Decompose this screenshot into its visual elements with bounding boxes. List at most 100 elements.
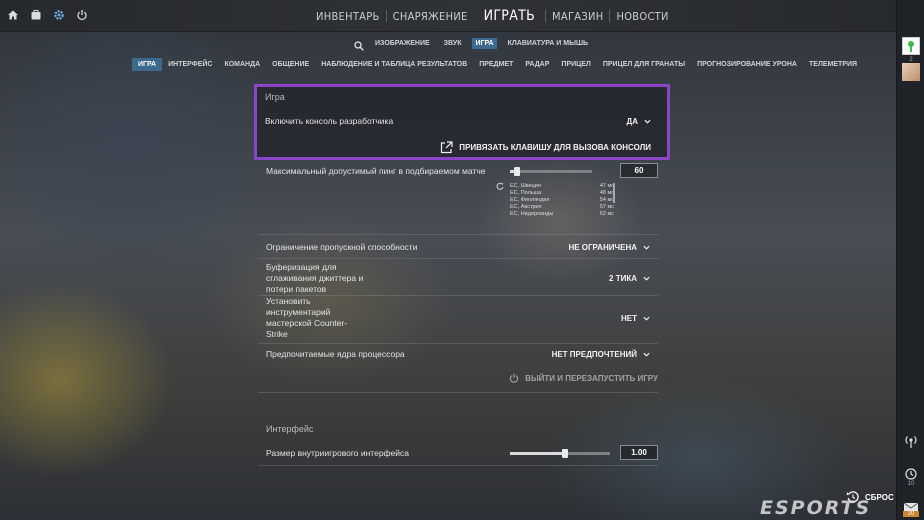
ping-server-row: ЕС, Австрия 57 мс bbox=[510, 204, 614, 211]
row-divider bbox=[258, 392, 658, 393]
bandwidth-value: НЕ ОГРАНИЧЕНА bbox=[568, 243, 637, 252]
history-count: 10 bbox=[907, 481, 915, 487]
nav-loadout[interactable]: СНАРЯЖЕНИЕ bbox=[387, 10, 474, 23]
watermark-logo: ESPORTS bbox=[760, 497, 872, 519]
ping-server-name: ЕС, Финляндия bbox=[510, 197, 550, 203]
subnav-game[interactable]: ИГРА bbox=[472, 37, 497, 49]
cpu-cores-value: НЕТ ПРЕДПОЧТЕНИЙ bbox=[551, 350, 637, 359]
settings-subnav: ИЗОБРАЖЕНИЕ ЗВУК ИГРА КЛАВИАТУРА И МЫШЬ bbox=[354, 37, 591, 51]
max-ping-slider[interactable] bbox=[510, 167, 592, 176]
external-link-icon bbox=[441, 141, 453, 154]
workshop-dropdown[interactable]: НЕТ bbox=[621, 314, 650, 323]
bind-console-key-label: ПРИВЯЗАТЬ КЛАВИШУ ДЛЯ ВЫЗОВА КОНСОЛИ bbox=[459, 143, 651, 152]
ping-server-latency: 48 мс bbox=[599, 190, 614, 196]
ping-list-scrollbar[interactable] bbox=[613, 183, 615, 203]
ping-server-row: ЕС, Польша 48 мс bbox=[510, 190, 614, 197]
settings-icon[interactable] bbox=[52, 8, 66, 22]
ping-server-row: ЕС, Нидерланды 62 мс bbox=[510, 211, 614, 218]
max-ping-slider-thumb[interactable] bbox=[513, 167, 520, 176]
row-divider bbox=[258, 343, 658, 344]
game-section-title: Игра bbox=[265, 92, 285, 102]
ping-server-name: ЕС, Нидерланды bbox=[510, 211, 554, 217]
max-ping-input[interactable]: 60 bbox=[620, 163, 658, 178]
ping-server-list: ЕС, Швеция 47 мс ЕС, Польша 48 мс ЕС, Финлян… bbox=[510, 183, 614, 218]
tab-interface[interactable]: ИНТЕРФЕЙС bbox=[162, 58, 218, 71]
jitter-dropdown[interactable]: 2 ТИКА bbox=[609, 274, 650, 283]
chevron-down-icon bbox=[643, 352, 650, 357]
power-icon[interactable] bbox=[75, 8, 89, 22]
row-divider bbox=[258, 234, 658, 235]
dev-console-highlight-box: Игра Включить консоль разработчика ДА ПР… bbox=[254, 84, 670, 160]
bind-console-key-button[interactable]: ПРИВЯЗАТЬ КЛАВИШУ ДЛЯ ВЫЗОВА КОНСОЛИ bbox=[440, 141, 651, 154]
ping-server-latency: 54 мс bbox=[599, 197, 614, 203]
tab-radar[interactable]: РАДАР bbox=[519, 58, 555, 71]
friends-rail: 2 10 20 bbox=[896, 0, 924, 520]
max-ping-label: Максимальный допустимый пинг в подбираем… bbox=[266, 166, 486, 176]
workshop-value: НЕТ bbox=[621, 314, 637, 323]
bandwidth-label: Ограничение пропускной способности bbox=[266, 242, 418, 252]
ping-server-row: ЕС, Финляндия 54 мс bbox=[510, 197, 614, 204]
hud-scale-slider-fill bbox=[510, 452, 565, 455]
chevron-down-icon bbox=[643, 276, 650, 281]
row-divider bbox=[258, 465, 658, 466]
workshop-label: Установить инструментарий мастерской Cou… bbox=[266, 296, 348, 339]
cpu-cores-label: Предпочитаемые ядра процессора bbox=[266, 349, 405, 359]
nav-store[interactable]: МАГАЗИН bbox=[546, 10, 609, 23]
tab-crosshair[interactable]: ПРИЦЕЛ bbox=[555, 58, 596, 71]
top-left-icons bbox=[6, 8, 89, 22]
restart-game-button[interactable]: ВЫЙТИ И ПЕРЕЗАПУСТИТЬ ИГРУ bbox=[509, 373, 658, 383]
dev-console-dropdown[interactable]: ДА bbox=[627, 117, 651, 126]
ping-server-latency: 57 мс bbox=[599, 204, 614, 210]
mail-icon[interactable] bbox=[902, 499, 920, 511]
tab-item[interactable]: ПРЕДМЕТ bbox=[473, 58, 519, 71]
chevron-down-icon bbox=[644, 119, 651, 124]
tab-telemetry[interactable]: ТЕЛЕМЕТРИЯ bbox=[803, 58, 863, 71]
hud-scale-label: Размер внутриигрового интерфейса bbox=[266, 448, 409, 458]
ping-server-latency: 47 мс bbox=[599, 183, 614, 189]
ping-server-name: ЕС, Польша bbox=[510, 190, 542, 196]
chevron-down-icon bbox=[643, 316, 650, 321]
interface-section-title: Интерфейс bbox=[266, 424, 314, 434]
ping-server-name: ЕС, Швеция bbox=[510, 183, 541, 189]
top-bar: ИНВЕНТАРЬ СНАРЯЖЕНИЕ ИГРАТЬ МАГАЗИН НОВО… bbox=[0, 0, 924, 32]
ping-server-latency: 62 мс bbox=[599, 211, 614, 217]
restart-game-label: ВЫЙТИ И ПЕРЕЗАПУСТИТЬ ИГРУ bbox=[525, 373, 658, 383]
subnav-audio[interactable]: ЗВУК bbox=[441, 38, 465, 49]
tab-spectator-scoreboard[interactable]: НАБЛЮДЕНИЕ И ТАБЛИЦА РЕЗУЛЬТАТОВ bbox=[315, 58, 473, 71]
ping-server-name: ЕС, Австрия bbox=[510, 204, 542, 210]
mail-count: 20 bbox=[903, 511, 919, 517]
hud-scale-input[interactable]: 1.00 bbox=[620, 445, 658, 460]
tab-team[interactable]: КОМАНДА bbox=[218, 58, 266, 71]
chevron-down-icon bbox=[643, 245, 650, 250]
home-icon[interactable] bbox=[6, 8, 20, 22]
nav-news[interactable]: НОВОСТИ bbox=[610, 10, 674, 23]
tab-damage-prediction[interactable]: ПРОГНОЗИРОВАНИЕ УРОНА bbox=[691, 58, 803, 71]
hud-scale-slider[interactable] bbox=[510, 449, 610, 458]
tab-grenade-crosshair[interactable]: ПРИЦЕЛ ДЛЯ ГРАНАТЫ bbox=[597, 58, 691, 71]
history-icon[interactable] bbox=[902, 467, 920, 481]
dev-console-value: ДА bbox=[626, 117, 638, 126]
jitter-label: Буферизация для сглаживания джиттера и п… bbox=[266, 262, 364, 294]
nav-inventory[interactable]: ИНВЕНТАРЬ bbox=[310, 10, 386, 23]
search-icon[interactable] bbox=[354, 38, 364, 51]
tab-game[interactable]: ИГРА bbox=[132, 57, 163, 71]
cpu-cores-dropdown[interactable]: НЕТ ПРЕДПОЧТЕНИЙ bbox=[552, 350, 650, 359]
subnav-keyboard-mouse[interactable]: КЛАВИАТУРА И МЫШЬ bbox=[505, 38, 591, 49]
refresh-icon[interactable] bbox=[496, 182, 504, 190]
tab-communication[interactable]: ОБЩЕНИЕ bbox=[266, 58, 315, 71]
bandwidth-dropdown[interactable]: НЕ ОГРАНИЧЕНА bbox=[568, 243, 650, 252]
user-avatar[interactable] bbox=[902, 37, 920, 55]
hud-scale-slider-thumb[interactable] bbox=[562, 449, 568, 458]
inventory-icon[interactable] bbox=[29, 8, 43, 22]
game-settings-tabs: ИГРА ИНТЕРФЕЙС КОМАНДА ОБЩЕНИЕ НАБЛЮДЕНИ… bbox=[132, 57, 863, 71]
subnav-video[interactable]: ИЗОБРАЖЕНИЕ bbox=[372, 38, 433, 49]
row-divider bbox=[258, 258, 658, 259]
dev-console-label: Включить консоль разработчика bbox=[265, 116, 394, 126]
ping-server-row: ЕС, Швеция 47 мс bbox=[510, 183, 614, 190]
nav-play[interactable]: ИГРАТЬ bbox=[474, 8, 545, 24]
friend-avatar[interactable] bbox=[902, 63, 920, 81]
jitter-value: 2 ТИКА bbox=[609, 274, 637, 283]
radio-icon[interactable] bbox=[902, 433, 920, 449]
power-restart-icon bbox=[509, 373, 519, 383]
main-nav: ИНВЕНТАРЬ СНАРЯЖЕНИЕ ИГРАТЬ МАГАЗИН НОВО… bbox=[310, 6, 675, 26]
